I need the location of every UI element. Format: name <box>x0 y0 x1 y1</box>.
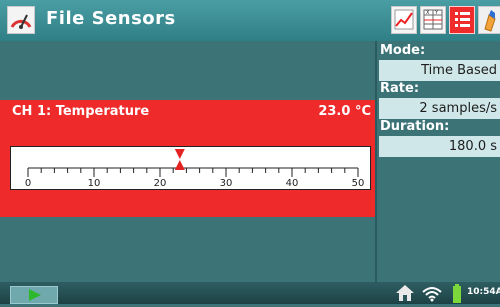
value-marker-top <box>174 149 185 159</box>
value-marker-bottom <box>174 160 185 170</box>
wifi-icon <box>422 287 442 302</box>
graph-view-button[interactable] <box>391 6 417 34</box>
duration-label: Duration: <box>380 119 450 134</box>
gauge-icon[interactable] <box>7 6 35 34</box>
channel-value: 23.0 °C <box>318 104 371 119</box>
channel-name: CH 1: Temperature <box>12 104 150 119</box>
status-time: 10:54A <box>467 287 500 297</box>
notes-icon <box>484 10 496 32</box>
battery-icon <box>453 284 461 303</box>
gauge-tick-label: 10 <box>88 178 101 189</box>
gauge-tick-label: 30 <box>220 178 233 189</box>
duration-value[interactable]: 180.0 s <box>379 136 500 157</box>
header-bar: File Sensors X Y <box>0 0 500 41</box>
gauge-tick-label: 20 <box>154 178 167 189</box>
svg-text:X: X <box>426 10 430 16</box>
table-view-button[interactable]: X Y <box>420 6 446 34</box>
gauge-tick-label: 50 <box>352 178 365 189</box>
gauge-scale: 0 10 20 30 40 50 <box>25 149 365 189</box>
home-icon[interactable] <box>395 284 415 302</box>
info-panel: Mode: Time Based Rate: 2 samples/s Durat… <box>375 41 500 282</box>
meter-panel: CH 1: Temperature 23.0 °C 0 10 20 30 40 50 <box>0 41 375 282</box>
meter-view-button[interactable] <box>449 6 475 34</box>
mode-label: Mode: <box>380 43 426 58</box>
notes-button[interactable] <box>478 6 500 34</box>
gauge-tick-label: 0 <box>25 178 31 189</box>
bottom-bar: 10:54A <box>0 282 500 304</box>
rate-label: Rate: <box>380 81 420 96</box>
meter-view-icon <box>455 12 470 27</box>
table-view-icon: X Y <box>423 9 443 30</box>
temperature-gauge: 0 10 20 30 40 50 <box>10 146 371 190</box>
app-title: File Sensors <box>46 8 176 29</box>
channel-meter[interactable]: CH 1: Temperature 23.0 °C 0 10 20 30 40 50 <box>0 100 375 217</box>
play-icon <box>29 289 41 301</box>
graph-view-icon <box>394 9 414 30</box>
play-button[interactable] <box>10 286 58 304</box>
rate-value[interactable]: 2 samples/s <box>379 98 500 119</box>
gauge-tick-label: 40 <box>286 178 299 189</box>
mode-value[interactable]: Time Based <box>379 60 500 81</box>
